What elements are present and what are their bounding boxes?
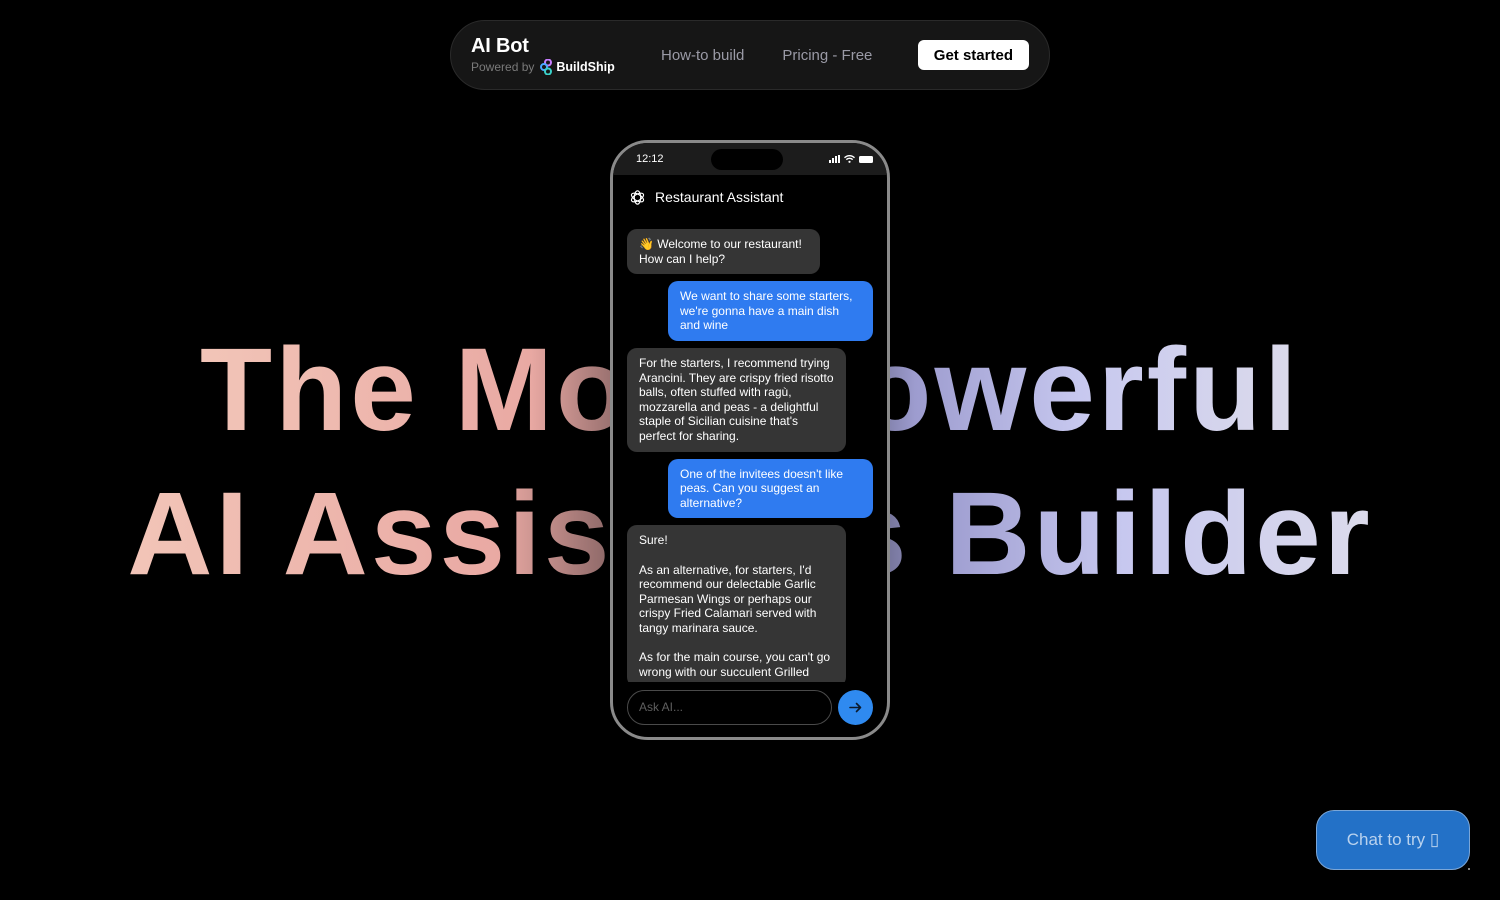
brand[interactable]: AI Bot Powered by BuildShip — [471, 35, 661, 75]
user-message: We want to share some starters, we're go… — [668, 281, 873, 341]
powered-by: Powered by BuildShip — [471, 59, 661, 75]
bot-message: 👋 Welcome to our restaurant! How can I h… — [627, 229, 820, 275]
powered-by-brand: BuildShip — [556, 60, 615, 74]
dynamic-island — [711, 149, 783, 170]
arrow-right-icon — [849, 702, 862, 712]
top-nav: AI Bot Powered by BuildShip How-to build… — [450, 20, 1050, 90]
send-button[interactable] — [838, 689, 873, 725]
assistant-title: Restaurant Assistant — [655, 189, 784, 205]
status-bar: 12:12 — [613, 143, 887, 175]
chat-to-try-button[interactable]: Chat to try ▯ — [1316, 810, 1470, 870]
user-message: One of the invitees doesn't like peas. C… — [668, 458, 873, 519]
nav-link-pricing[interactable]: Pricing - Free — [782, 47, 872, 64]
brand-title: AI Bot — [471, 35, 529, 57]
battery-icon — [859, 155, 873, 163]
phone-mockup: 12:12 Restaurant Assistant 👋 Welcome to … — [610, 140, 890, 740]
wifi-icon — [844, 155, 855, 163]
composer — [627, 689, 873, 725]
decorative-dot — [1468, 868, 1470, 870]
powered-by-label: Powered by — [471, 60, 535, 74]
nav-link-how-to-build[interactable]: How-to build — [661, 47, 744, 64]
get-started-button[interactable]: Get started — [917, 40, 1029, 70]
openai-logo-icon — [630, 189, 645, 205]
message-list[interactable]: 👋 Welcome to our restaurant! How can I h… — [613, 229, 887, 682]
chat-header: Restaurant Assistant — [613, 175, 887, 219]
signal-icon — [829, 155, 840, 163]
status-time: 12:12 — [636, 153, 664, 165]
bot-message: For the starters, I recommend trying Ara… — [627, 347, 846, 452]
ask-ai-input[interactable] — [627, 689, 832, 725]
bot-message: Sure! As an alternative, for starters, I… — [627, 525, 846, 682]
status-icons — [829, 155, 873, 163]
buildship-logo-icon — [540, 59, 553, 75]
